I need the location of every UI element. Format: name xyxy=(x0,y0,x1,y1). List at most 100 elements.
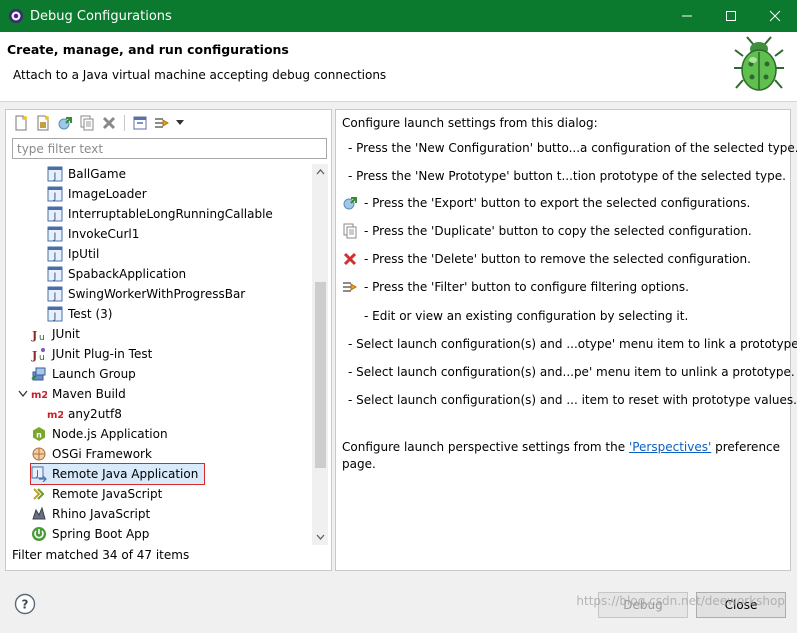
scroll-thumb[interactable] xyxy=(315,282,326,468)
java-app-icon: J xyxy=(47,286,63,302)
new-prototype-button[interactable] xyxy=(32,113,54,133)
tree-scrollbar[interactable] xyxy=(312,164,328,545)
configuration-tree-panel: J BallGame J ImageLoader J Interruptable… xyxy=(5,109,332,571)
java-app-icon: J xyxy=(47,226,63,242)
tree-item-label: InvokeCurl1 xyxy=(68,227,140,241)
rhino-icon xyxy=(31,506,47,522)
tree-item-iputil[interactable]: J IpUtil xyxy=(47,244,99,264)
export-icon xyxy=(58,117,72,130)
header-description: Attach to a Java virtual machine accepti… xyxy=(13,68,387,82)
help-line-edit: - Edit or view an existing configuration… xyxy=(364,309,688,323)
tree-item-label: Remote Java Application xyxy=(52,467,199,481)
tree-item-test[interactable]: J Test (3) xyxy=(47,304,112,324)
help-line-link-prototype: - Select launch configuration(s) and ...… xyxy=(348,337,797,351)
svg-text:J: J xyxy=(53,232,57,242)
close-icon xyxy=(769,10,781,22)
configuration-help-panel: Configure launch settings from this dial… xyxy=(335,109,797,571)
tree-item-nodejs[interactable]: n Node.js Application xyxy=(31,424,168,444)
svg-text:?: ? xyxy=(22,598,29,612)
svg-text:J: J xyxy=(53,252,57,262)
tree-item-swingworker[interactable]: J SwingWorkerWithProgressBar xyxy=(47,284,245,304)
svg-text:m2: m2 xyxy=(31,390,47,401)
svg-text:J: J xyxy=(53,172,57,182)
launch-group-icon xyxy=(31,366,47,382)
delete-icon xyxy=(342,251,358,267)
osgi-icon xyxy=(31,446,47,462)
tree-item-label: Test (3) xyxy=(68,307,113,321)
tree-item-remote-java-application[interactable]: J Remote Java Application xyxy=(29,463,206,485)
maximize-button[interactable] xyxy=(709,0,753,32)
collapse-all-button[interactable] xyxy=(129,113,151,133)
tree-item-ballgame[interactable]: J BallGame xyxy=(47,164,126,184)
tree-item-any2utf8[interactable]: m2 any2utf8 xyxy=(47,404,122,424)
tree-item-launch-group[interactable]: Launch Group xyxy=(31,364,136,384)
minimize-button[interactable] xyxy=(665,0,709,32)
java-app-icon: J xyxy=(47,166,63,182)
delete-button[interactable] xyxy=(98,113,120,133)
help-button[interactable]: ? xyxy=(14,593,36,615)
tree-item-junit-plugin[interactable]: Ju JUnit Plug-in Test xyxy=(31,344,152,364)
dropdown-arrow-icon xyxy=(176,120,184,125)
view-menu-button[interactable] xyxy=(173,113,187,133)
duplicate-button[interactable] xyxy=(76,113,98,133)
help-line-text: - Press the 'New Configuration' butto...… xyxy=(348,141,797,155)
help-line-text: - Press the 'Duplicate' button to copy t… xyxy=(364,224,752,238)
filter-status: Filter matched 34 of 47 items xyxy=(12,548,190,562)
perspectives-suffix: preference xyxy=(711,440,781,454)
help-line-text: - Select launch configuration(s) and ...… xyxy=(348,393,797,407)
filter-icon xyxy=(342,279,358,295)
java-app-icon: J xyxy=(47,186,63,202)
java-app-icon: J xyxy=(47,266,63,282)
tree-item-osgi[interactable]: OSGi Framework xyxy=(31,444,152,464)
help-line-text: - Edit or view an existing configuration… xyxy=(364,309,689,323)
tree-item-label: Node.js Application xyxy=(52,427,168,441)
minimize-icon xyxy=(682,15,692,17)
filter-button[interactable] xyxy=(151,113,173,133)
scroll-up-button[interactable] xyxy=(312,164,328,180)
new-configuration-button[interactable] xyxy=(10,113,32,133)
help-line-text: - Select launch configuration(s) and...p… xyxy=(348,365,795,379)
tree-item-label: SwingWorkerWithProgressBar xyxy=(68,287,246,301)
tree-item-label: IpUtil xyxy=(68,247,100,261)
debug-bug-icon xyxy=(734,36,784,91)
tree-item-spabackapplication[interactable]: J SpabackApplication xyxy=(47,264,186,284)
tree-item-label: Maven Build xyxy=(52,387,126,401)
tree-item-interruptable[interactable]: J InterruptableLongRunningCallable xyxy=(47,204,273,224)
tree-item-maven-build[interactable]: m2 Maven Build xyxy=(17,384,126,404)
tree-item-junit[interactable]: Ju JUnit xyxy=(31,324,80,344)
tree-item-imageloader[interactable]: J ImageLoader xyxy=(47,184,147,204)
java-app-icon: J xyxy=(47,206,63,222)
chevron-down-icon[interactable] xyxy=(17,388,29,400)
tree-item-rhino-javascript[interactable]: Rhino JavaScript xyxy=(31,504,150,524)
filter-input[interactable] xyxy=(12,138,327,159)
help-line-filter: - Press the 'Filter' button to configure… xyxy=(342,279,689,295)
tree-item-spring-boot[interactable]: Spring Boot App xyxy=(31,524,149,544)
help-line-new-configuration: - Press the 'New Configuration' butto...… xyxy=(348,141,797,155)
scroll-down-button[interactable] xyxy=(312,529,328,545)
svg-text:m2: m2 xyxy=(47,410,63,421)
svg-text:J: J xyxy=(31,349,37,362)
tree-item-label: JUnit Plug-in Test xyxy=(52,347,153,361)
close-window-button[interactable] xyxy=(753,0,797,32)
perspectives-tail: page. xyxy=(342,457,376,471)
eclipse-app-icon xyxy=(9,9,23,23)
svg-text:J: J xyxy=(31,329,37,342)
tree-item-remote-javascript[interactable]: Remote JavaScript xyxy=(31,484,162,504)
nodejs-icon: n xyxy=(31,426,47,442)
new-prototype-icon xyxy=(37,115,49,131)
svg-text:J: J xyxy=(53,272,57,282)
configuration-tree[interactable]: J BallGame J ImageLoader J Interruptable… xyxy=(6,164,311,545)
maximize-icon xyxy=(726,11,736,21)
collapse-all-icon xyxy=(133,116,147,130)
svg-text:J: J xyxy=(35,469,38,478)
tree-item-invokecurl1[interactable]: J InvokeCurl1 xyxy=(47,224,139,244)
new-configuration-icon xyxy=(15,115,27,131)
perspectives-link[interactable]: 'Perspectives' xyxy=(629,440,711,454)
help-line-text: - Press the 'Export' button to export th… xyxy=(364,196,751,210)
remote-java-icon: J xyxy=(31,466,47,482)
help-line-text: - Press the 'New Prototype' button t...t… xyxy=(348,169,786,183)
tree-item-label: OSGi Framework xyxy=(52,447,152,461)
tree-item-label: Spring Boot App xyxy=(52,527,150,541)
export-button[interactable] xyxy=(54,113,76,133)
help-line-reset-prototype: - Select launch configuration(s) and ...… xyxy=(348,393,797,407)
